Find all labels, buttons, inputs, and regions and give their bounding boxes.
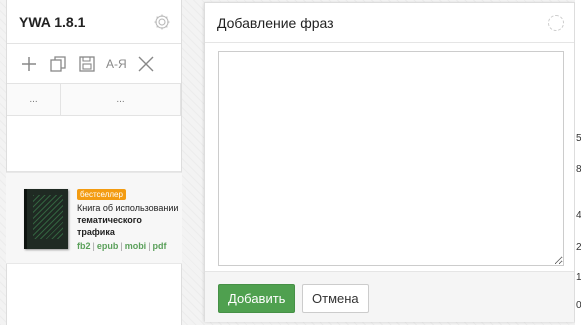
format-mobi-link[interactable]: mobi: [125, 241, 147, 251]
tab-item[interactable]: ...: [7, 84, 61, 115]
book-cover-image: [24, 189, 68, 249]
phrases-textarea[interactable]: [218, 51, 564, 266]
save-icon[interactable]: [77, 54, 97, 74]
sidebar-panel: YWA 1.8.1 А-Я ... ...: [6, 0, 182, 325]
dialog-footer: Добавить Отмена: [205, 271, 574, 322]
edge-digit: 8: [576, 164, 581, 175]
gear-icon[interactable]: [153, 13, 171, 31]
cancel-button[interactable]: Отмена: [302, 284, 369, 313]
bestseller-badge: бестселлер: [77, 189, 126, 200]
edge-digit: 2: [576, 242, 581, 253]
group-tabs: ... ...: [7, 84, 181, 116]
format-pdf-link[interactable]: pdf: [153, 241, 167, 251]
loading-spinner-icon: [548, 14, 564, 31]
app-title: YWA 1.8.1: [19, 13, 86, 30]
promo-title-line1: Книга об использовании: [77, 203, 179, 213]
edge-digit: 4: [576, 210, 581, 221]
add-phrases-dialog: Добавление фраз Добавить Отмена: [204, 2, 575, 322]
book-promo[interactable]: бестселлер Книга об использовании темати…: [6, 172, 182, 264]
list-area: [7, 116, 181, 172]
close-icon[interactable]: [136, 54, 156, 74]
format-fb2-link[interactable]: fb2: [77, 241, 91, 251]
sort-az-icon[interactable]: А-Я: [106, 54, 127, 74]
format-links: fb2 | epub | mobi | pdf: [77, 241, 167, 251]
tab-item[interactable]: ...: [61, 84, 181, 115]
plus-icon[interactable]: [19, 54, 39, 74]
dialog-body: [205, 43, 574, 271]
dialog-header: Добавление фраз: [205, 3, 574, 43]
copy-icon[interactable]: [48, 54, 68, 74]
app-header: YWA 1.8.1: [7, 0, 181, 44]
edge-digit: 0: [576, 300, 581, 311]
dialog-title: Добавление фраз: [217, 14, 334, 31]
toolbar: А-Я: [7, 44, 181, 84]
edge-digit: 5: [576, 133, 581, 144]
edge-digit: 1: [576, 272, 581, 283]
add-button[interactable]: Добавить: [218, 284, 296, 313]
promo-title-line2: тематического трафика: [77, 215, 142, 237]
format-epub-link[interactable]: epub: [97, 241, 119, 251]
